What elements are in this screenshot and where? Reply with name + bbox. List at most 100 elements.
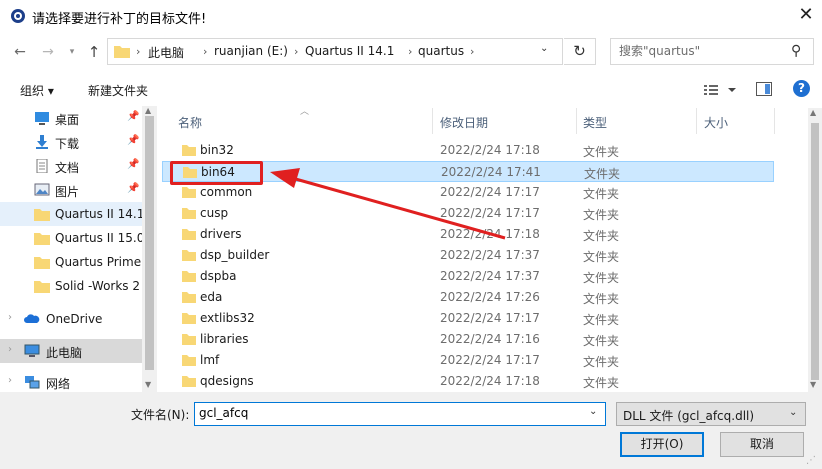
up-arrow-icon[interactable]: ↑	[84, 42, 104, 62]
cancel-button[interactable]: 取消	[720, 432, 804, 457]
pin-icon[interactable]: 📌	[127, 183, 139, 194]
file-name: common	[200, 185, 253, 199]
column-date[interactable]: 修改日期	[440, 114, 488, 131]
filename-combobox[interactable]: ⌄	[194, 402, 606, 426]
nav-item-network[interactable]: › 网络	[0, 370, 142, 392]
pin-icon[interactable]: 📌	[127, 159, 139, 170]
open-button[interactable]: 打开(O)	[620, 432, 704, 457]
app-icon	[11, 9, 25, 23]
scroll-up-icon[interactable]: ▲	[145, 106, 151, 115]
breadcrumb-separator: ›	[203, 45, 208, 58]
file-row[interactable]: drivers 2022/2/24 17:18 文件夹	[162, 224, 774, 245]
chevron-down-icon[interactable]: ⌄	[589, 406, 597, 417]
filetype-value: DLL 文件 (gcl_afcq.dll)	[623, 409, 755, 423]
file-row[interactable]: qdesigns 2022/2/24 17:18 文件夹	[162, 371, 774, 392]
nav-item-quartus-prime[interactable]: Quartus Prime	[0, 250, 142, 274]
column-name[interactable]: 名称	[178, 114, 202, 131]
scroll-up-icon[interactable]: ▲	[810, 108, 816, 117]
filename-label: 文件名(N):	[131, 408, 190, 422]
close-button[interactable]: ✕	[794, 4, 818, 28]
pin-icon[interactable]: 📌	[127, 135, 139, 146]
file-row[interactable]: bin32 2022/2/24 17:18 文件夹	[162, 140, 774, 161]
help-icon[interactable]: ?	[793, 80, 810, 97]
nav-item-quartus-150[interactable]: Quartus II 15.0	[0, 226, 144, 250]
file-date: 2022/2/24 17:18	[440, 227, 540, 241]
chevron-down-icon[interactable]: ⌄	[540, 43, 548, 54]
address-bar[interactable]: › 此电脑 › ruanjian (E:) › Quartus II 14.1 …	[107, 38, 563, 65]
scroll-down-icon[interactable]: ▼	[810, 380, 816, 389]
nav-item-onedrive[interactable]: › OneDrive	[0, 307, 142, 331]
folder-icon	[34, 281, 50, 293]
nav-item-downloads[interactable]: 下载 📌	[0, 130, 142, 154]
file-row[interactable]: common 2022/2/24 17:17 文件夹	[162, 182, 774, 203]
chevron-down-icon[interactable]: ⌄	[789, 407, 797, 418]
file-date: 2022/2/24 17:26	[440, 290, 540, 304]
nav-scrollbar-thumb[interactable]	[145, 116, 154, 370]
breadcrumb-separator: ›	[136, 45, 141, 58]
file-row[interactable]: lmf 2022/2/24 17:17 文件夹	[162, 350, 774, 371]
new-folder-button[interactable]: 新建文件夹	[88, 82, 148, 99]
resize-grip-icon[interactable]: ⋰	[806, 455, 816, 466]
folder-icon	[34, 209, 50, 221]
file-row[interactable]: dsp_builder 2022/2/24 17:37 文件夹	[162, 245, 774, 266]
file-date: 2022/2/24 17:41	[441, 165, 541, 179]
breadcrumb-quartus-141[interactable]: Quartus II 14.1	[305, 44, 394, 58]
chevron-right-icon[interactable]: ›	[8, 344, 12, 355]
file-row[interactable]: dspba 2022/2/24 17:37 文件夹	[162, 266, 774, 287]
breadcrumb-separator: ›	[408, 45, 413, 58]
file-list-scrollbar-thumb[interactable]	[811, 123, 819, 380]
file-date: 2022/2/24 17:18	[440, 374, 540, 388]
file-date: 2022/2/24 17:17	[440, 206, 540, 220]
refresh-button[interactable]: ↻	[564, 38, 596, 65]
column-size[interactable]: 大小	[704, 114, 728, 131]
folder-icon	[182, 187, 196, 198]
pin-icon[interactable]: 📌	[127, 111, 139, 122]
chevron-right-icon[interactable]: ›	[8, 312, 12, 323]
folder-icon	[182, 250, 196, 261]
file-name: dsp_builder	[200, 248, 270, 262]
folder-icon	[182, 355, 196, 366]
sort-ascending-icon: ︿	[300, 107, 310, 117]
preview-pane-icon[interactable]	[756, 82, 772, 96]
nav-item-quartus-141[interactable]: Quartus II 14.1	[0, 202, 144, 226]
folder-icon	[182, 229, 196, 240]
scroll-down-icon[interactable]: ▼	[145, 380, 151, 389]
search-icon[interactable]: ⚲	[791, 43, 801, 59]
file-row[interactable]: eda 2022/2/24 17:26 文件夹	[162, 287, 774, 308]
column-divider[interactable]	[774, 108, 775, 134]
breadcrumb-this-pc[interactable]: 此电脑	[148, 44, 184, 61]
recent-locations-chevron-down-icon[interactable]: ▾	[62, 42, 82, 62]
folder-icon	[182, 271, 196, 282]
forward-button[interactable]: →	[38, 42, 58, 62]
file-row[interactable]: libraries 2022/2/24 17:16 文件夹	[162, 329, 774, 350]
column-divider[interactable]	[432, 108, 433, 134]
organize-button[interactable]: 组织 ▾	[20, 82, 54, 99]
file-date: 2022/2/24 17:16	[440, 332, 540, 346]
file-row[interactable]: cusp 2022/2/24 17:17 文件夹	[162, 203, 774, 224]
nav-item-this-pc[interactable]: › 此电脑	[0, 339, 142, 363]
nav-item-label: OneDrive	[46, 312, 103, 326]
file-type: 文件夹	[583, 313, 620, 327]
filename-input[interactable]	[199, 406, 579, 420]
breadcrumb-quartus[interactable]: quartus	[418, 44, 464, 58]
nav-item-documents[interactable]: 文档 📌	[0, 154, 142, 178]
file-name: lmf	[200, 353, 220, 367]
chevron-right-icon[interactable]: ›	[8, 375, 12, 386]
column-divider[interactable]	[696, 108, 697, 134]
breadcrumb-drive[interactable]: ruanjian (E:)	[214, 44, 288, 58]
back-button[interactable]: ←	[10, 42, 30, 62]
column-divider[interactable]	[576, 108, 577, 134]
cloud-icon	[24, 314, 40, 323]
column-type[interactable]: 类型	[583, 114, 607, 131]
nav-item-desktop[interactable]: 桌面 📌	[0, 106, 142, 130]
search-input[interactable]	[619, 44, 789, 58]
view-options-icon[interactable]	[702, 81, 742, 99]
folder-icon	[182, 334, 196, 345]
search-box[interactable]: ⚲	[610, 38, 814, 65]
nav-item-solidworks[interactable]: Solid -Works 2	[0, 274, 142, 298]
file-name: dspba	[200, 269, 237, 283]
folder-icon	[182, 376, 196, 387]
nav-item-pictures[interactable]: 图片 📌	[0, 178, 142, 202]
file-row[interactable]: extlibs32 2022/2/24 17:17 文件夹	[162, 308, 774, 329]
filetype-select[interactable]: DLL 文件 (gcl_afcq.dll) ⌄	[616, 402, 806, 426]
